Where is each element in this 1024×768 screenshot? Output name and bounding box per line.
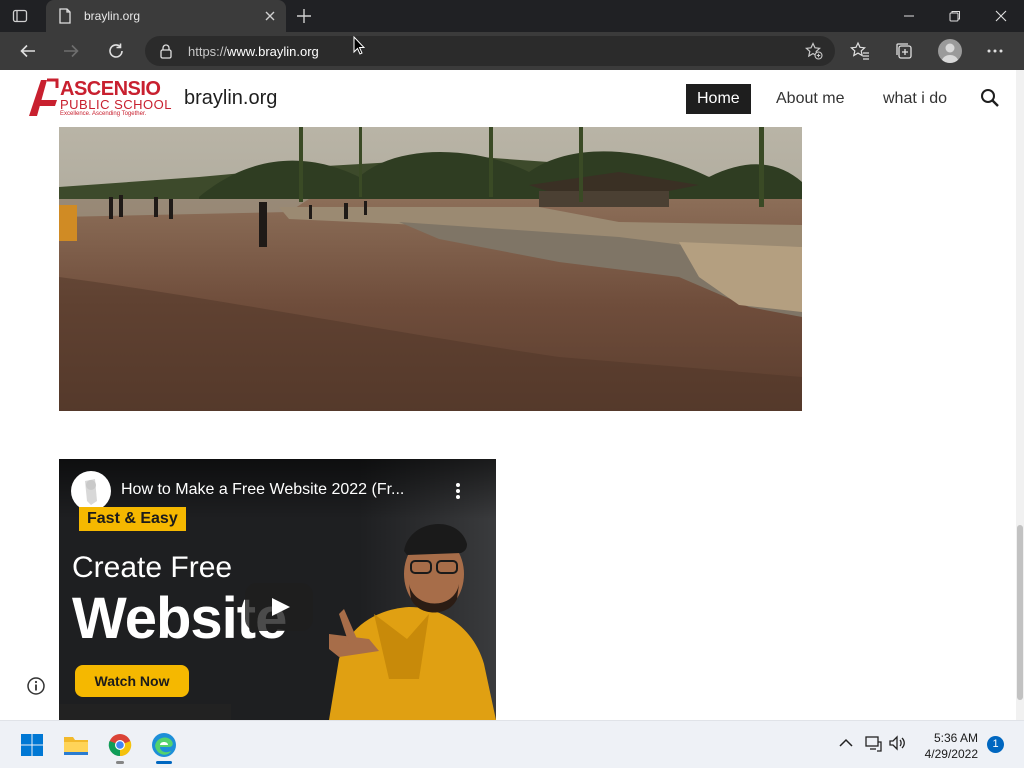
restore-icon[interactable] xyxy=(932,0,978,32)
lock-icon[interactable] xyxy=(159,43,173,59)
tab-title: braylin.org xyxy=(84,9,141,23)
favorites-icon[interactable] xyxy=(850,41,870,61)
close-window-icon[interactable] xyxy=(978,0,1024,32)
logo-tagline: Excellence. Ascending Together. xyxy=(60,111,147,117)
url-text[interactable]: https://www.braylin.org xyxy=(188,44,319,59)
site-logo[interactable]: ASCENSIO PUBLIC SCHOOL Excellence. Ascen… xyxy=(27,78,172,120)
chrome-icon[interactable] xyxy=(104,729,136,764)
logo-text-sub: PUBLIC SCHOOL xyxy=(60,97,172,112)
start-icon[interactable] xyxy=(16,729,48,761)
notification-badge[interactable]: 1 xyxy=(987,736,1004,753)
network-icon[interactable] xyxy=(864,734,882,752)
video-title[interactable]: How to Make a Free Website 2022 (Fr... xyxy=(121,481,404,499)
beach-photo xyxy=(59,127,802,411)
file-explorer-icon[interactable] xyxy=(60,729,92,761)
video-menu-icon[interactable] xyxy=(455,482,461,500)
new-tab-icon[interactable] xyxy=(296,8,312,24)
play-button[interactable] xyxy=(245,583,313,631)
thumbnail-headline: Create Free xyxy=(72,551,233,584)
address-bar[interactable]: https://www.braylin.org xyxy=(145,36,835,66)
more-icon[interactable] xyxy=(985,41,1005,61)
fast-easy-badge: Fast & Easy xyxy=(79,507,186,531)
info-icon[interactable] xyxy=(26,676,46,696)
forward-icon[interactable] xyxy=(59,39,83,63)
back-icon[interactable] xyxy=(16,39,40,63)
watch-now-button[interactable]: Watch Now xyxy=(75,665,189,697)
nav-what-i-do[interactable]: what i do xyxy=(872,84,958,114)
video-embed[interactable]: How to Make a Free Website 2022 (Fr... F… xyxy=(59,459,496,720)
channel-avatar[interactable] xyxy=(71,471,111,511)
clock-date: 4/29/2022 xyxy=(924,747,978,761)
system-clock[interactable]: 5:36 AM 4/29/2022 xyxy=(918,730,978,762)
collections-icon[interactable] xyxy=(894,41,914,61)
volume-icon[interactable] xyxy=(888,734,906,752)
page-icon xyxy=(58,8,72,24)
close-tab-icon[interactable] xyxy=(262,8,278,24)
site-title[interactable]: braylin.org xyxy=(184,87,277,110)
nav-home[interactable]: Home xyxy=(686,84,751,114)
logo-mark-icon xyxy=(29,78,59,116)
scrollbar-thumb[interactable] xyxy=(1017,525,1023,700)
minimize-icon[interactable] xyxy=(886,0,932,32)
search-icon[interactable] xyxy=(980,88,1000,108)
browser-toolbar: https://www.braylin.org xyxy=(0,32,1024,70)
web-page: ASCENSIO PUBLIC SCHOOL Excellence. Ascen… xyxy=(0,70,1024,720)
show-hidden-icons-icon[interactable] xyxy=(837,734,855,752)
clock-time: 5:36 AM xyxy=(933,731,978,745)
refresh-icon[interactable] xyxy=(104,39,128,63)
profile-avatar[interactable] xyxy=(938,39,962,63)
windows-taskbar: 5:36 AM 4/29/2022 1 xyxy=(0,720,1024,768)
edge-icon[interactable] xyxy=(148,729,180,764)
site-header: ASCENSIO PUBLIC SCHOOL Excellence. Ascen… xyxy=(0,70,1016,127)
add-favorite-icon[interactable] xyxy=(805,42,823,60)
presenter-illustration xyxy=(329,524,496,720)
tab-actions-icon[interactable] xyxy=(12,8,28,24)
browser-titlebar: braylin.org xyxy=(0,0,1024,32)
nav-about-me[interactable]: About me xyxy=(765,84,855,114)
browser-tab[interactable]: braylin.org xyxy=(46,0,286,32)
mouse-cursor-icon xyxy=(353,35,366,56)
